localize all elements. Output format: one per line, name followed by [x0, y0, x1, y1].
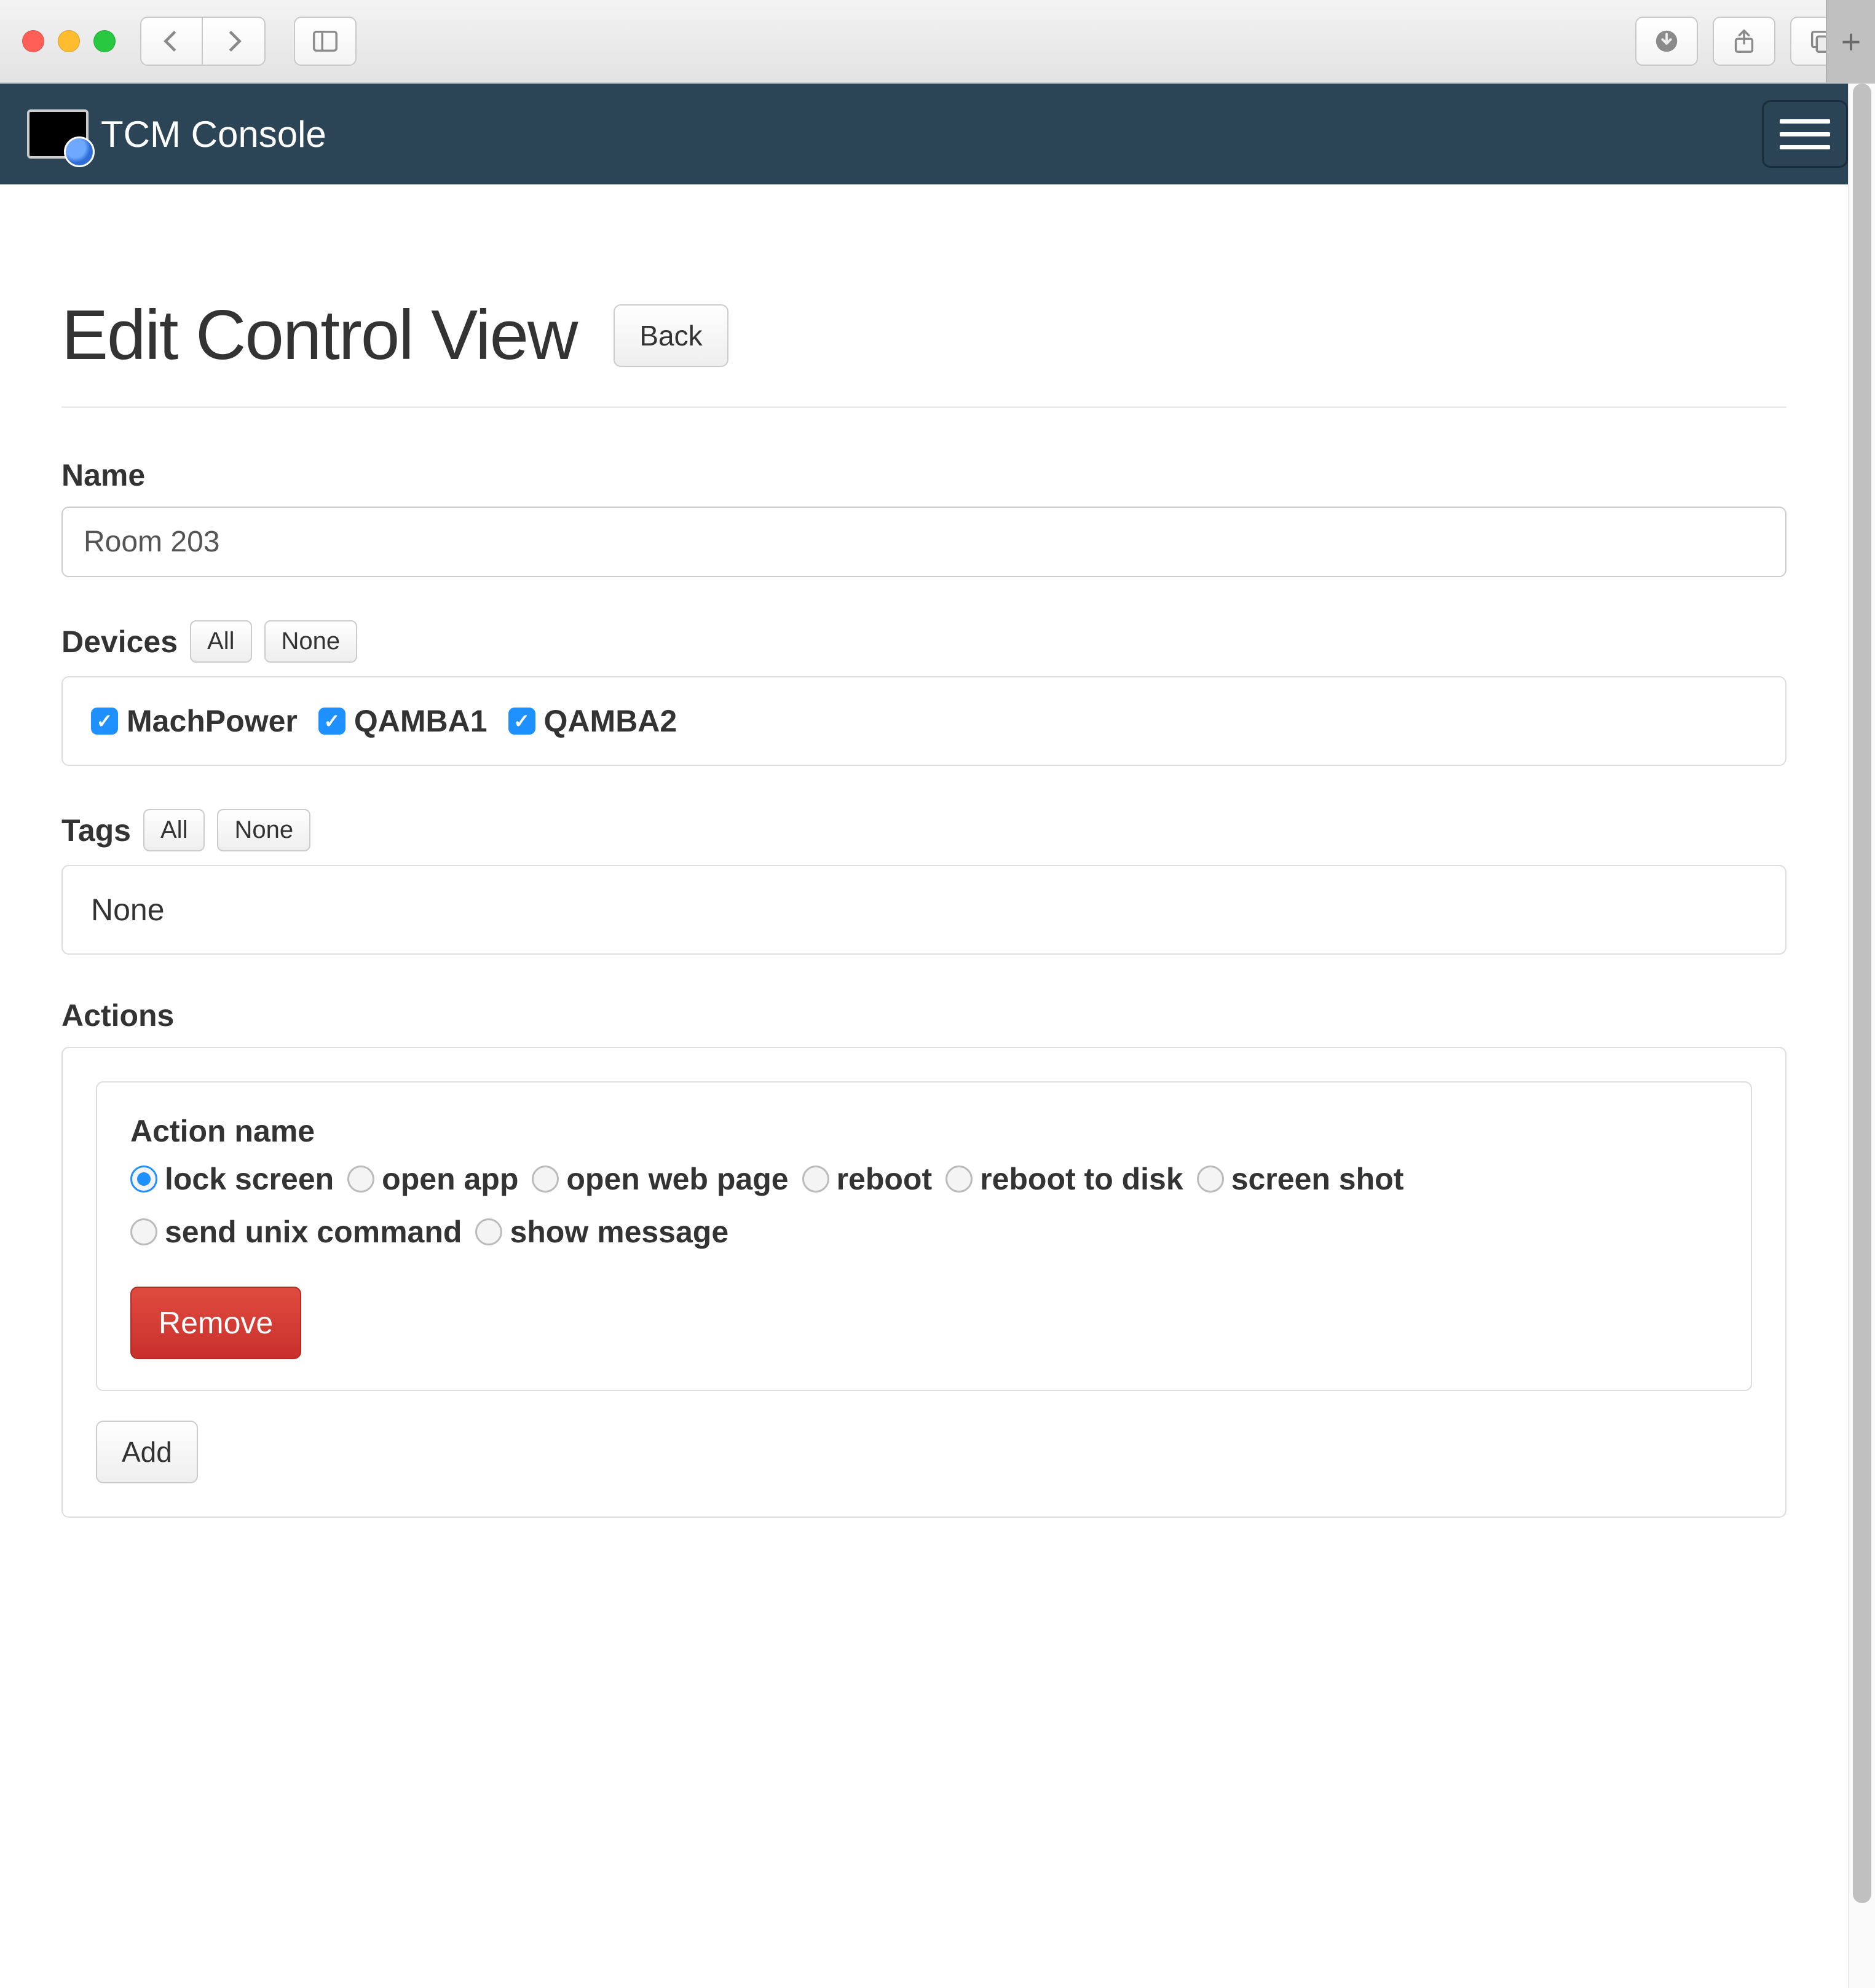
- action-radio-label: reboot: [837, 1161, 933, 1197]
- download-icon: [1652, 27, 1681, 55]
- radio-icon: [945, 1166, 973, 1193]
- action-radio-label: open app: [382, 1161, 518, 1197]
- name-group: Name: [61, 457, 1786, 577]
- brand[interactable]: TCM Console: [27, 109, 326, 159]
- devices-label: Devices: [61, 624, 178, 660]
- name-label: Name: [61, 457, 1786, 493]
- devices-all-button[interactable]: All: [190, 620, 251, 663]
- hamburger-icon: [1780, 119, 1830, 124]
- scrollbar-thumb[interactable]: [1853, 84, 1871, 1903]
- brand-title: TCM Console: [101, 113, 326, 156]
- radio-icon: [1197, 1166, 1224, 1193]
- minimize-window-button[interactable]: [58, 30, 80, 52]
- action-radio[interactable]: send unix command: [130, 1214, 462, 1250]
- device-label: QAMBA2: [544, 703, 677, 739]
- page-header: Edit Control View Back: [61, 295, 1786, 408]
- tags-all-button[interactable]: All: [143, 809, 205, 851]
- action-radio[interactable]: open web page: [532, 1161, 788, 1197]
- nav-buttons: [140, 17, 266, 66]
- device-label: MachPower: [127, 703, 298, 739]
- tags-panel: None: [61, 865, 1786, 955]
- device-checkbox[interactable]: QAMBA2: [508, 703, 677, 739]
- device-checkbox[interactable]: QAMBA1: [318, 703, 488, 739]
- brand-logo-icon: [27, 109, 89, 159]
- share-button[interactable]: [1713, 17, 1775, 66]
- tags-label: Tags: [61, 813, 131, 848]
- action-radio[interactable]: show message: [475, 1214, 728, 1250]
- action-radio[interactable]: open app: [347, 1161, 518, 1197]
- devices-group: Devices All None MachPower QAMBA1 QAMBA2: [61, 620, 1786, 766]
- actions-group: Actions Action name lock screen open app o…: [61, 998, 1786, 1518]
- back-page-button[interactable]: Back: [614, 304, 728, 367]
- scrollbar[interactable]: [1848, 84, 1875, 1988]
- app-navbar: TCM Console: [0, 84, 1875, 184]
- radio-icon: [130, 1218, 157, 1245]
- action-radio-label: lock screen: [165, 1161, 334, 1197]
- radio-icon: [347, 1166, 374, 1193]
- sidebar-icon: [311, 27, 339, 55]
- checkbox-icon: [91, 708, 118, 735]
- share-icon: [1730, 27, 1758, 55]
- name-input[interactable]: [61, 507, 1786, 577]
- devices-none-button[interactable]: None: [264, 620, 358, 663]
- actions-label: Actions: [61, 998, 1786, 1033]
- tags-content: None: [91, 893, 165, 927]
- action-radio-label: open web page: [566, 1161, 788, 1197]
- back-button[interactable]: [140, 17, 203, 66]
- action-item: Action name lock screen open app open web …: [96, 1081, 1752, 1391]
- device-label: QAMBA1: [354, 703, 488, 739]
- devices-panel: MachPower QAMBA1 QAMBA2: [61, 676, 1786, 766]
- add-action-button[interactable]: Add: [96, 1421, 198, 1483]
- tags-group: Tags All None None: [61, 809, 1786, 955]
- radio-icon: [130, 1166, 157, 1193]
- checkbox-icon: [318, 708, 345, 735]
- browser-chrome: +: [0, 0, 1875, 84]
- radio-icon: [532, 1166, 559, 1193]
- maximize-window-button[interactable]: [93, 30, 116, 52]
- action-name-label: Action name: [130, 1113, 1718, 1149]
- action-radio-label: show message: [510, 1214, 728, 1250]
- downloads-button[interactable]: [1635, 17, 1698, 66]
- viewport: TCM Console Edit Control View Back Name …: [0, 84, 1875, 1988]
- device-checkbox[interactable]: MachPower: [91, 703, 298, 739]
- window-controls: [22, 30, 116, 52]
- forward-button[interactable]: [203, 17, 266, 66]
- actions-panel: Action name lock screen open app open web …: [61, 1047, 1786, 1518]
- action-radio-label: reboot to disk: [980, 1161, 1183, 1197]
- action-radio-label: send unix command: [165, 1214, 462, 1250]
- chevron-right-icon: [219, 27, 248, 55]
- close-window-button[interactable]: [22, 30, 44, 52]
- action-radio[interactable]: reboot: [802, 1161, 933, 1197]
- radio-icon: [475, 1218, 502, 1245]
- action-radio[interactable]: lock screen: [130, 1161, 334, 1197]
- menu-toggle-button[interactable]: [1762, 100, 1848, 168]
- tags-none-button[interactable]: None: [217, 809, 310, 851]
- checkbox-icon: [508, 708, 535, 735]
- action-radio[interactable]: reboot to disk: [945, 1161, 1183, 1197]
- page-title: Edit Control View: [61, 295, 577, 376]
- remove-action-button[interactable]: Remove: [130, 1287, 301, 1359]
- page-content: Edit Control View Back Name Devices All …: [0, 184, 1848, 1598]
- action-radio-label: screen shot: [1231, 1161, 1404, 1197]
- radio-icon: [802, 1166, 829, 1193]
- toggle-sidebar-button[interactable]: [294, 17, 357, 66]
- chevron-left-icon: [157, 27, 186, 55]
- action-radio[interactable]: screen shot: [1197, 1161, 1404, 1197]
- chrome-right-controls: [1635, 17, 1853, 66]
- new-tab-button[interactable]: +: [1826, 0, 1875, 82]
